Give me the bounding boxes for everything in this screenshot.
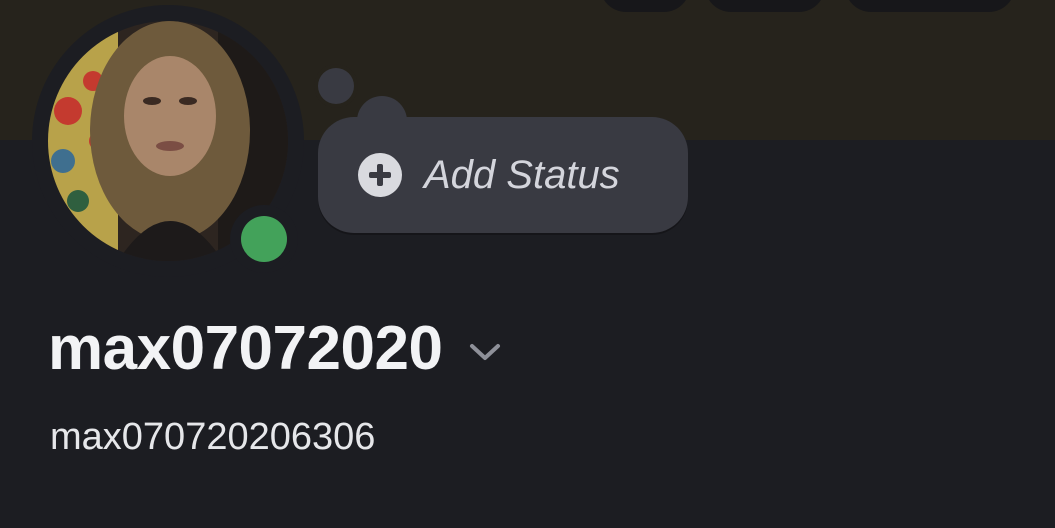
username: max070720206306 <box>50 416 376 458</box>
online-status-indicator <box>241 216 287 262</box>
chevron-down-icon[interactable] <box>468 342 502 362</box>
banner-decoration <box>845 0 1015 12</box>
display-name: max07072020 <box>48 314 443 383</box>
add-status-button[interactable]: Add Status <box>318 117 688 233</box>
plus-circle-icon <box>358 153 402 197</box>
display-name-row[interactable]: max07072020 <box>48 318 502 380</box>
banner-decoration <box>600 0 690 12</box>
add-status-label: Add Status <box>424 152 620 197</box>
thought-bubble-dot <box>318 68 354 104</box>
banner-decoration <box>705 0 825 12</box>
profile-header: Add Status max07072020 max070720206306 <box>0 0 1055 528</box>
